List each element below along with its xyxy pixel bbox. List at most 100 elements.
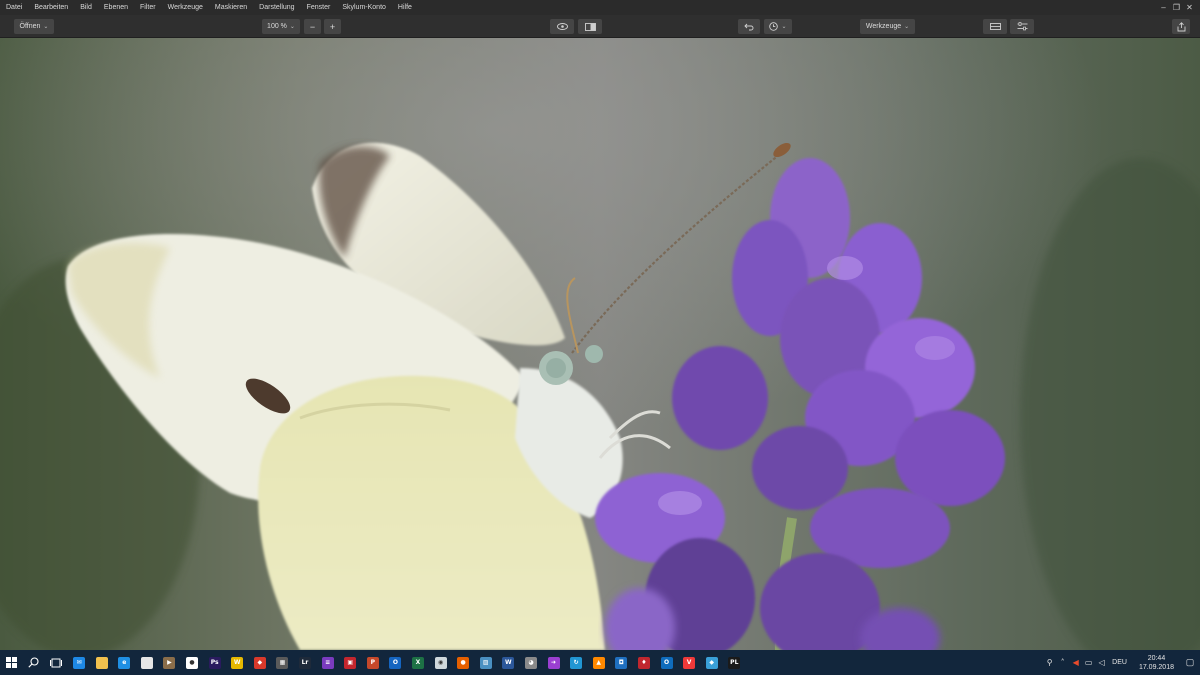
sync-icon: ↻ (570, 656, 583, 669)
camera-icon: ◘ (615, 656, 628, 669)
taskbar-app-disc[interactable]: ◉ (429, 650, 452, 675)
chevron-down-icon: ⌄ (781, 24, 787, 30)
history-button[interactable]: ⌄ (764, 19, 792, 34)
zoom-out-button[interactable]: − (304, 19, 321, 34)
clock-time: 20:44 (1147, 654, 1166, 662)
taskbar-app-mail[interactable]: ✉ (68, 650, 91, 675)
compare-button[interactable] (578, 19, 602, 34)
taskbar-app-photoshop[interactable]: Ps (203, 650, 226, 675)
adjustments-button[interactable] (1010, 19, 1034, 34)
layers-button[interactable] (983, 19, 1007, 34)
menu-werkzeuge[interactable]: Werkzeuge (162, 0, 209, 15)
presenter-icon: ▣ (344, 656, 357, 669)
folder-icon (95, 656, 108, 669)
taskbar-app-outlook2[interactable]: O (655, 650, 678, 675)
store-icon (140, 656, 153, 669)
taskbar-app-vivaldi[interactable]: V (678, 650, 701, 675)
taskbar-app-redbird[interactable]: ♦ (633, 650, 656, 675)
taskbar-app-vlc[interactable]: ▲ (587, 650, 610, 675)
media-icon: ▶ (163, 656, 176, 669)
taskbar-app-picasa[interactable]: ◆ (249, 650, 272, 675)
restore-icon[interactable]: ❐ (1170, 0, 1183, 15)
taskbar-app-pl[interactable]: PL (723, 650, 746, 675)
edge-icon: e (118, 656, 131, 669)
menu-darstellung[interactable]: Darstellung (253, 0, 300, 15)
taskbar-app-outlook[interactable]: O (384, 650, 407, 675)
taskbar-app-firefox[interactable]: ● (452, 650, 475, 675)
menu-maskieren[interactable]: Maskieren (209, 0, 253, 15)
taskbar-app-folder[interactable] (90, 650, 113, 675)
taskbar-app-calculator[interactable]: ▦ (271, 650, 294, 675)
taskbar-app-panda[interactable]: ● (181, 650, 204, 675)
zoom-value: 100 % (267, 23, 287, 30)
taskbar-app-sync[interactable]: ↻ (565, 650, 588, 675)
gimp-icon: ◕ (524, 656, 537, 669)
notification-icon[interactable]: ▢ (1180, 650, 1200, 675)
menu-datei[interactable]: Datei (0, 0, 28, 15)
zoom-in-button[interactable]: + (324, 19, 341, 34)
taskbar-app-colorstrip[interactable]: ≡ (316, 650, 339, 675)
word-icon: W (502, 656, 515, 669)
powerpoint-icon: P (366, 656, 379, 669)
winamp-icon: W (231, 656, 244, 669)
firefox-icon: ● (457, 656, 470, 669)
clock[interactable]: 20:44 17.09.2018 (1133, 654, 1180, 672)
image-viewer-icon: ▨ (479, 656, 492, 669)
zoom-out-icon: − (309, 21, 316, 32)
task-view-button[interactable] (45, 650, 68, 675)
tools-select[interactable]: Werkzeuge ⌄ (860, 19, 915, 34)
taskbar-app-word[interactable]: W (497, 650, 520, 675)
menu-bar: Datei Bearbeiten Bild Ebenen Filter Werk… (0, 0, 1200, 15)
menu-filter[interactable]: Filter (134, 0, 162, 15)
taskbar-app-image-viewer[interactable]: ▨ (474, 650, 497, 675)
network-icon[interactable]: ▭ (1082, 650, 1095, 675)
taskbar-app-presenter[interactable]: ▣ (339, 650, 362, 675)
menu-bild[interactable]: Bild (74, 0, 98, 15)
menu-ebenen[interactable]: Ebenen (98, 0, 134, 15)
compare-icon (584, 22, 596, 31)
share-button[interactable] (1172, 19, 1190, 34)
panda-icon: ● (186, 656, 199, 669)
taskbar-app-gimp[interactable]: ◕ (520, 650, 543, 675)
colorstrip-icon: ≡ (321, 656, 334, 669)
people-icon[interactable]: ⚲ (1043, 650, 1056, 675)
taskbar-app-edge[interactable]: e (113, 650, 136, 675)
taskbar-app-winamp[interactable]: W (226, 650, 249, 675)
taskbar-app-media[interactable]: ▶ (158, 650, 181, 675)
volume-icon[interactable]: ◁ (1095, 650, 1108, 675)
clock-date: 17.09.2018 (1138, 663, 1174, 671)
cube-icon: ◆ (705, 656, 718, 669)
minimize-icon[interactable]: – (1157, 0, 1170, 15)
chevron-up-icon[interactable]: ˄ (1056, 650, 1069, 675)
taskbar-apps: e ▶ ● Ps W ◆ ▦ Lr ≡ ▣ P O X ◉ ● ▨ W ◕ ➜ ↻ ▲ ◘ ♦ O V ◆ PL (90, 650, 745, 675)
language-indicator[interactable]: DEU (1108, 659, 1133, 666)
chevron-down-icon: ⌄ (904, 24, 910, 30)
menu-fenster[interactable]: Fenster (301, 0, 337, 15)
taskbar-app-store[interactable] (136, 650, 159, 675)
taskbar-app-cube[interactable]: ◆ (700, 650, 723, 675)
tools-label: Werkzeuge (865, 23, 902, 30)
task-view-icon (50, 658, 63, 667)
close-icon[interactable]: ✕ (1183, 0, 1196, 15)
redbird-icon: ♦ (637, 656, 650, 669)
start-button[interactable] (0, 650, 23, 675)
taskbar-app-powerpoint[interactable]: P (362, 650, 385, 675)
zoom-in-icon: + (329, 21, 336, 32)
menu-skylum-konto[interactable]: Skylum-Konto (336, 0, 392, 15)
menu-bearbeiten[interactable]: Bearbeiten (28, 0, 74, 15)
taskbar-app-arrow-app[interactable]: ➜ (542, 650, 565, 675)
anydesk-icon[interactable]: ◀ (1069, 650, 1082, 675)
undo-button[interactable] (738, 19, 760, 34)
preview-button[interactable] (550, 19, 574, 34)
open-button[interactable]: Öffnen ⌄ (14, 19, 54, 34)
taskbar-app-lightroom[interactable]: Lr (294, 650, 317, 675)
picasa-icon: ◆ (253, 656, 266, 669)
taskbar-app-camera[interactable]: ◘ (610, 650, 633, 675)
menu-hilfe[interactable]: Hilfe (392, 0, 418, 15)
zoom-select[interactable]: 100 % ⌄ (262, 19, 300, 34)
window-controls: – ❐ ✕ (1157, 0, 1196, 15)
taskbar-app-excel[interactable]: X (407, 650, 430, 675)
photo-canvas[interactable] (0, 38, 1200, 650)
windows-logo-icon (5, 657, 17, 668)
search-button[interactable] (23, 650, 46, 675)
